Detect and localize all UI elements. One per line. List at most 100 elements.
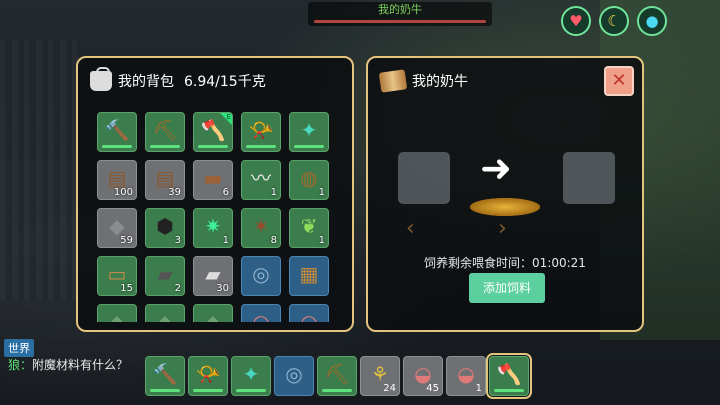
item-count: 100 (113, 187, 133, 198)
hotbar-slot[interactable]: ◒ 45 (403, 356, 443, 396)
item-count: 24 (383, 383, 396, 394)
bag-slot[interactable]: ▭ 15 (97, 256, 137, 296)
chevron-right-icon[interactable]: › (498, 216, 507, 241)
stone-icon: ◆ (109, 214, 125, 239)
bag-slot[interactable]: ◎ (241, 256, 281, 296)
chevron-left-icon[interactable]: ‹ (406, 216, 415, 241)
bag-slot[interactable]: 📯 (241, 112, 281, 152)
feed-pile-icon (470, 198, 540, 216)
bag-slot[interactable]: ✶ 8 (241, 208, 281, 248)
durability-bar (236, 389, 266, 392)
cow-panel: 我的奶牛 ✕ ➜ ‹ › 饲养剩余喂食时间：01:00:21 添加饲料 (366, 56, 644, 332)
backpack-weight: 6.94/15千克 (184, 74, 266, 90)
hotbar-slot[interactable]: ✦ (231, 356, 271, 396)
feed-timer: 饲养剩余喂食时间：01:00:21 (424, 256, 586, 270)
milk-output-slot[interactable] (563, 152, 615, 204)
hotbar-slot[interactable]: ◒ 1 (446, 356, 486, 396)
fiber-icon: 〰 (251, 166, 271, 191)
leather-icon: ✶ (252, 214, 270, 239)
durability-bar (246, 145, 276, 148)
durability-bar (102, 145, 132, 148)
item-icon: ◆ (109, 312, 124, 322)
chat-text: 附魔材料有什么？ (32, 358, 129, 372)
target-name: 我的奶牛 (378, 3, 422, 16)
pickaxe-icon: ⛏ (152, 118, 178, 143)
bag-slot[interactable]: ◆ 59 (97, 208, 137, 248)
durability-bar (150, 389, 180, 392)
meat-icon: ◒ (414, 362, 432, 387)
bag-slot[interactable]: ▤ 39 (145, 160, 185, 200)
bag-slot[interactable]: ⛏ (145, 112, 185, 152)
item-icon: ◆ (157, 312, 172, 322)
backpack-title: 我的背包 (118, 74, 174, 90)
bag-slot[interactable]: 🪓 E (193, 112, 233, 152)
plank-icon: ▭ (107, 262, 127, 287)
add-feed-button[interactable]: 添加饲料 (469, 273, 545, 303)
backpack-header: 我的背包 6.94/15千克 (90, 67, 266, 92)
hotbar-slot[interactable]: 🪓 (486, 353, 532, 399)
hammer-icon: 🔨 (104, 118, 130, 143)
item-count: 15 (120, 283, 133, 294)
bag-slot[interactable]: ▦ (289, 256, 329, 296)
bag-slot[interactable]: ◆ (145, 304, 185, 322)
bag-slot[interactable]: ▬ 6 (193, 160, 233, 200)
target-bar: 我的奶牛 (308, 2, 492, 26)
hotbar-slot[interactable]: 📯 (188, 356, 228, 396)
hotbar-slot[interactable]: ⚘ 24 (360, 356, 400, 396)
logs-icon: ▤ (155, 166, 175, 191)
bag-slot[interactable]: ◆ (193, 304, 233, 322)
bag-slot[interactable]: ▤ 100 (97, 160, 137, 200)
hotbar-slot[interactable]: ⛏ (317, 356, 357, 396)
bag-slot[interactable]: ◒ (289, 304, 329, 322)
hotbar-slot[interactable]: 🔨 (145, 356, 185, 396)
arrow-right-icon: ➜ (480, 146, 512, 190)
durability-bar (198, 145, 228, 148)
banana-icon[interactable]: ☾ (599, 6, 629, 36)
item-count: 1 (318, 187, 325, 198)
bag-slot[interactable]: 🔨 (97, 112, 137, 152)
backpack-icon (90, 67, 112, 91)
heart-icon[interactable]: ♥ (561, 6, 591, 36)
item-count: 6 (222, 187, 229, 198)
item-count: 2 (174, 283, 181, 294)
staff-icon: ✦ (300, 118, 318, 143)
item-count: 3 (174, 235, 181, 246)
staff-icon: ✦ (242, 362, 260, 387)
chat-speaker: 狼： (8, 358, 33, 372)
close-button[interactable]: ✕ (604, 66, 634, 96)
horn-icon: 📯 (195, 362, 221, 387)
bag-slot[interactable]: ▰ 30 (193, 256, 233, 296)
bag-slot[interactable]: ◒ (241, 304, 281, 322)
item-count: 39 (168, 187, 181, 198)
bag-slot[interactable]: ◍ 1 (289, 160, 329, 200)
bag-slot[interactable]: ✦ (289, 112, 329, 152)
item-count: 1 (318, 235, 325, 246)
bag-slot[interactable]: ❦ 1 (289, 208, 329, 248)
hotbar-slot[interactable]: ◎ (274, 356, 314, 396)
coal-icon: ⬢ (156, 214, 174, 239)
item-count: 45 (426, 383, 439, 394)
bag-slot[interactable]: ⬢ 3 (145, 208, 185, 248)
durability-bar (193, 389, 223, 392)
wall (0, 40, 80, 300)
chat-channel-tab[interactable]: 世界 (4, 339, 34, 357)
disc-icon: ◎ (252, 262, 270, 287)
item-count: 1 (270, 187, 277, 198)
feed-input-slot[interactable] (398, 152, 450, 204)
meat-icon: ◒ (457, 362, 475, 387)
bag-slot[interactable]: ✷ 1 (193, 208, 233, 248)
hotbar: 🔨 📯 ✦ ◎ ⛏ ⚘ 24 ◒ 45 ◒ 1 🪓 (145, 353, 532, 399)
durability-bar (494, 389, 524, 392)
droplet-icon[interactable]: ● (637, 6, 667, 36)
backpack-panel: 我的背包 6.94/15千克 🔨 ⛏ 🪓 E 📯 ✦ ▤ 100 ▤ 39 ▬ 6 〰 1 ◍ 1 ◆ 59 ⬢ 3 ✷… (76, 56, 354, 332)
bag-slot[interactable]: ▰ 2 (145, 256, 185, 296)
item-count: 30 (216, 283, 229, 294)
bag-slot[interactable]: 〰 1 (241, 160, 281, 200)
bag-slot[interactable]: ◆ (97, 304, 137, 322)
meat-icon: ◒ (300, 312, 317, 322)
gem-icon: ✷ (204, 214, 222, 239)
ingot-icon: ▰ (157, 262, 173, 287)
club-icon: 🪓 (200, 118, 226, 143)
meat-icon: ◒ (252, 312, 269, 322)
backpack-grid: 🔨 ⛏ 🪓 E 📯 ✦ ▤ 100 ▤ 39 ▬ 6 〰 1 ◍ 1 ◆ 59 ⬢ 3 ✷ 1 ✶ 8 ❦ 1 ▭ 15 ▰ 2 ▰ 30 ◎ ▦… (97, 112, 337, 322)
